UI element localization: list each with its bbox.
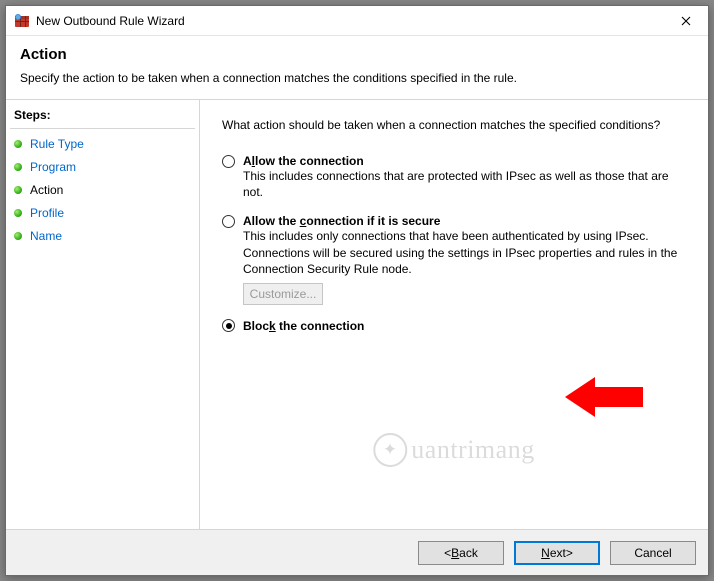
watermark-text: uantrimang [411, 435, 534, 465]
step-label: Profile [30, 206, 64, 220]
window-title: New Outbound Rule Wizard [36, 14, 663, 28]
content-panel: What action should be taken when a conne… [200, 100, 708, 529]
step-bullet-icon [14, 140, 22, 148]
titlebar: New Outbound Rule Wizard [6, 6, 708, 36]
footer: < Back Next > Cancel [6, 529, 708, 575]
watermark-icon: ✦ [373, 433, 407, 467]
step-name[interactable]: Name [6, 225, 199, 248]
steps-header: Steps: [6, 106, 199, 126]
step-action[interactable]: Action [6, 179, 199, 202]
step-label: Program [30, 160, 76, 174]
firewall-icon [14, 13, 30, 29]
cancel-button[interactable]: Cancel [610, 541, 696, 565]
step-bullet-icon [14, 232, 22, 240]
customize-button: Customize... [243, 283, 323, 305]
close-button[interactable] [663, 6, 708, 35]
option-label-block: Block the connection [243, 319, 364, 333]
option-block: Block the connection [222, 319, 688, 333]
radio-allow-secure[interactable] [222, 215, 235, 228]
option-radio-row-allow[interactable]: Allow the connection [222, 154, 688, 168]
step-label: Name [30, 229, 62, 243]
header-area: Action Specify the action to be taken wh… [6, 36, 708, 99]
page-subtitle: Specify the action to be taken when a co… [20, 71, 694, 85]
steps-panel: Steps: Rule Type Program Action Profile Name [6, 100, 200, 529]
page-title: Action [20, 46, 694, 63]
wizard-window: New Outbound Rule Wizard Action Specify … [5, 5, 709, 576]
radio-block[interactable] [222, 319, 235, 332]
option-allow-secure: Allow the connection if it is secureThis… [222, 214, 688, 305]
step-label: Rule Type [30, 137, 84, 151]
annotation-arrow [565, 375, 645, 422]
watermark: ✦ uantrimang [373, 433, 534, 467]
step-profile[interactable]: Profile [6, 202, 199, 225]
radio-allow[interactable] [222, 155, 235, 168]
body-area: Steps: Rule Type Program Action Profile Name… [6, 99, 708, 529]
next-button[interactable]: Next > [514, 541, 600, 565]
back-button[interactable]: < Back [418, 541, 504, 565]
option-label-allow: Allow the connection [243, 154, 364, 168]
option-label-allow-secure: Allow the connection if it is secure [243, 214, 440, 228]
steps-separator [10, 128, 195, 129]
step-bullet-icon [14, 163, 22, 171]
step-bullet-icon [14, 209, 22, 217]
step-bullet-icon [14, 186, 22, 194]
step-rule-type[interactable]: Rule Type [6, 133, 199, 156]
option-allow: Allow the connectionThis includes connec… [222, 154, 688, 200]
option-radio-row-allow-secure[interactable]: Allow the connection if it is secure [222, 214, 688, 228]
step-label: Action [30, 183, 63, 197]
question-text: What action should be taken when a conne… [222, 118, 688, 132]
option-radio-row-block[interactable]: Block the connection [222, 319, 688, 333]
step-program[interactable]: Program [6, 156, 199, 179]
option-desc-allow: This includes connections that are prote… [243, 168, 688, 200]
option-desc-allow-secure: This includes only connections that have… [243, 228, 688, 277]
